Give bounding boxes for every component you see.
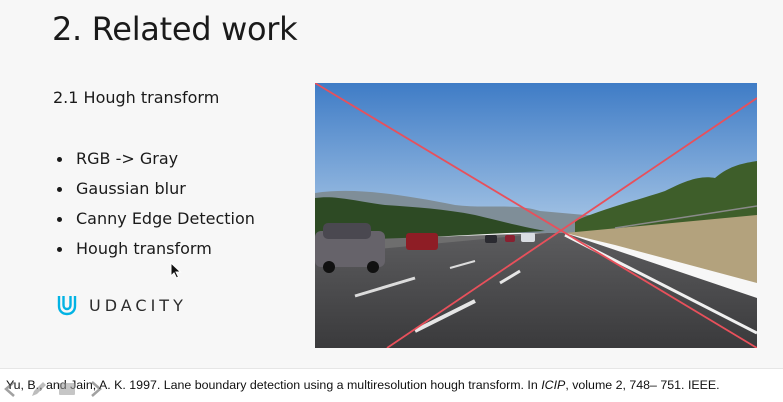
road-scene-illustration xyxy=(315,83,757,348)
bullet-item: Canny Edge Detection xyxy=(55,204,255,234)
road-lane-photo xyxy=(315,83,757,348)
prev-slide-icon[interactable] xyxy=(0,378,22,400)
section-subtitle: 2.1 Hough transform xyxy=(53,88,220,107)
bullet-item: RGB -> Gray xyxy=(55,144,255,174)
pen-icon[interactable] xyxy=(28,378,50,400)
bullet-item: Hough transform xyxy=(55,234,255,264)
next-slide-icon[interactable] xyxy=(84,378,106,400)
presentation-controls xyxy=(0,376,120,402)
menu-icon[interactable] xyxy=(56,378,78,400)
udacity-logo: UDACITY xyxy=(54,288,214,322)
citation-details: , volume 2, 748– 751. IEEE. xyxy=(565,378,720,392)
udacity-u-icon xyxy=(57,296,77,316)
bullet-item: Gaussian blur xyxy=(55,174,255,204)
citation-venue: ICIP xyxy=(541,378,566,392)
slide: 2. Related work 2.1 Hough transform RGB … xyxy=(0,0,783,368)
udacity-logo-text: UDACITY xyxy=(89,295,187,315)
mouse-cursor-icon xyxy=(170,262,182,279)
slide-title: 2. Related work xyxy=(52,10,298,48)
bullet-list: RGB -> Gray Gaussian blur Canny Edge Det… xyxy=(55,144,255,264)
